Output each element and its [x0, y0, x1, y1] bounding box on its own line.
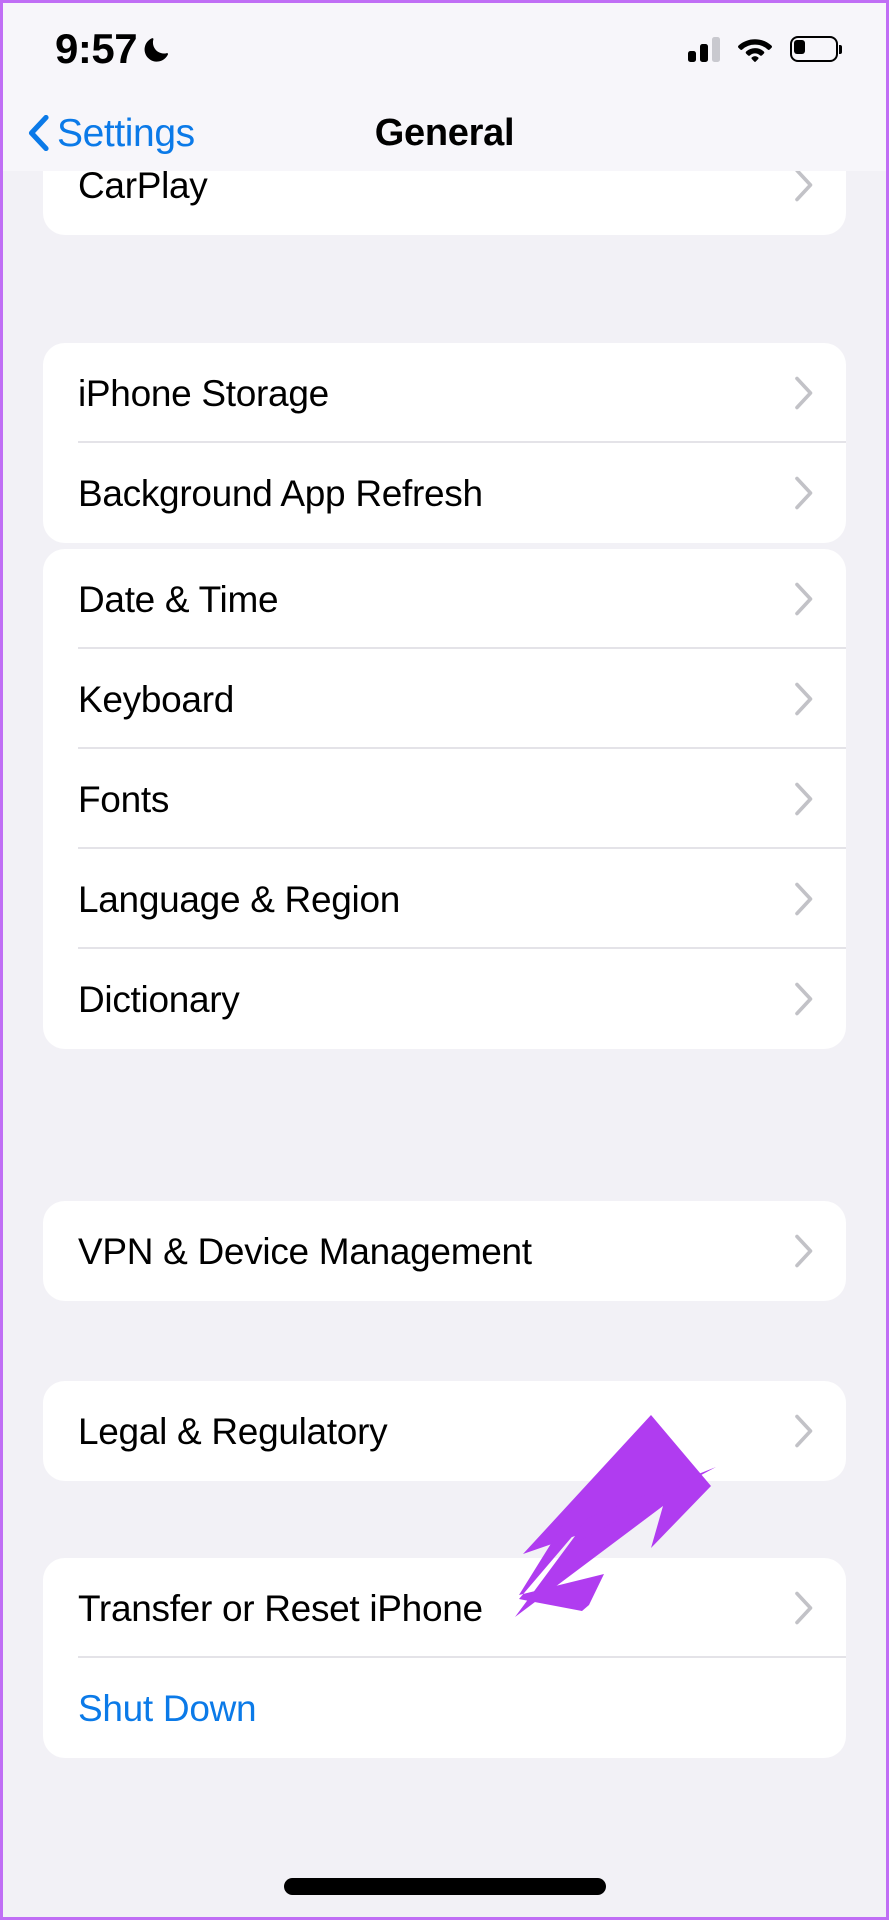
list-item-label: Keyboard [78, 678, 234, 720]
list-item-label: Date & Time [78, 578, 279, 620]
locale-group: Date & Time Keyboard Fonts Language & Regio… [43, 549, 846, 1049]
chevron-right-icon [795, 682, 813, 716]
legal-group: Legal & Regulatory [43, 1381, 846, 1481]
chevron-right-icon [795, 1591, 813, 1625]
list-item[interactable]: Shut Down [43, 1658, 846, 1758]
back-button-settings[interactable]: Settings [27, 114, 195, 153]
crescent-moon-icon [143, 34, 173, 64]
iphone-screen: 9:57 Settings General CarPlay iPhone Sto… [0, 0, 889, 1920]
list-item[interactable]: iPhone Storage [43, 343, 846, 443]
home-indicator-bar [283, 1878, 606, 1895]
list-item[interactable]: Language & Region [43, 849, 846, 949]
status-bar: 9:57 [3, 3, 886, 95]
list-item[interactable]: Legal & Regulatory [43, 1381, 846, 1481]
list-item[interactable]: Fonts [43, 749, 846, 849]
list-item-label: Fonts [78, 778, 170, 820]
list-item-label: Dictionary [78, 978, 240, 1020]
storage-group: iPhone Storage Background App Refresh [43, 343, 846, 543]
status-bar-clock: 9:57 [55, 25, 138, 72]
chevron-right-icon [795, 1234, 813, 1268]
wifi-icon [737, 36, 773, 63]
reset-group: Transfer or Reset iPhone Shut Down [43, 1558, 846, 1758]
list-item[interactable]: Keyboard [43, 649, 846, 749]
chevron-right-icon [795, 476, 813, 510]
chevron-right-icon [795, 582, 813, 616]
settings-list[interactable]: CarPlay iPhone Storage Background App Refr… [3, 135, 886, 1917]
list-item-label: iPhone Storage [78, 372, 329, 414]
list-item-label: CarPlay [78, 164, 208, 206]
vpn-group: VPN & Device Management [43, 1201, 846, 1301]
list-item[interactable]: Background App Refresh [43, 443, 846, 543]
chevron-right-icon [795, 376, 813, 410]
list-item-label: Shut Down [78, 1687, 257, 1729]
list-item-label: Legal & Regulatory [78, 1410, 388, 1452]
battery-low-icon [790, 36, 842, 62]
list-item[interactable]: Transfer or Reset iPhone [43, 1558, 846, 1658]
chevron-left-icon [27, 114, 49, 152]
list-item-label: Background App Refresh [78, 472, 483, 514]
chevron-right-icon [795, 982, 813, 1016]
list-item-label: Transfer or Reset iPhone [78, 1587, 483, 1629]
chevron-right-icon [795, 1414, 813, 1448]
cellular-signal-icon [688, 36, 720, 62]
chevron-right-icon [795, 882, 813, 916]
list-item[interactable]: VPN & Device Management [43, 1201, 846, 1301]
status-bar-left: 9:57 [55, 28, 173, 70]
back-button-label: Settings [57, 111, 195, 155]
list-item-label: VPN & Device Management [78, 1230, 532, 1272]
list-item-label: Language & Region [78, 878, 401, 920]
list-item[interactable]: Date & Time [43, 549, 846, 649]
status-bar-right [688, 36, 842, 63]
chevron-right-icon [795, 782, 813, 816]
chevron-right-icon [795, 168, 813, 202]
navigation-bar: Settings General [3, 95, 886, 171]
list-item[interactable]: Dictionary [43, 949, 846, 1049]
